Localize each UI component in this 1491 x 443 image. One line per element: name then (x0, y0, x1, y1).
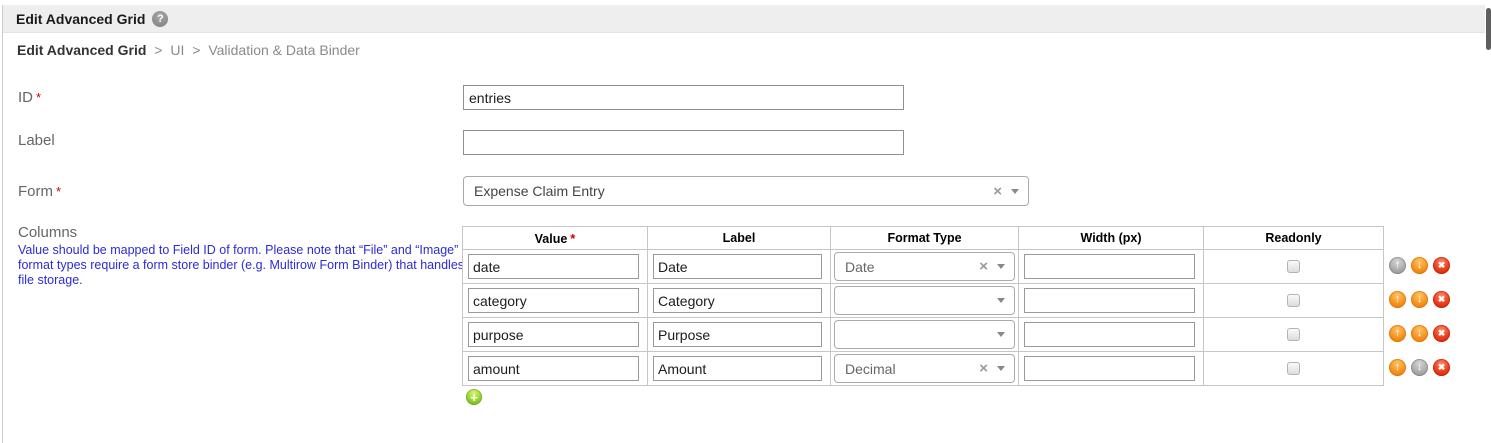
id-input[interactable] (463, 85, 904, 110)
form-select-value: Expense Claim Entry (464, 183, 989, 199)
arrow-up-icon: ↑ (1395, 294, 1401, 305)
clear-icon[interactable]: × (975, 361, 997, 376)
format-type-select[interactable]: Decimal × (834, 354, 1015, 383)
column-width-input[interactable] (1024, 254, 1195, 279)
columns-help-text: Value should be mapped to Field ID of fo… (18, 243, 470, 288)
move-up-button[interactable]: ↑ (1389, 359, 1406, 376)
columns-table: Value* Label Format Type Width (px) Read… (462, 226, 1384, 386)
clear-icon[interactable]: × (989, 184, 1011, 199)
delete-row-button[interactable]: ✖ (1433, 257, 1450, 274)
breadcrumb-current: Validation & Data Binder (208, 42, 360, 58)
arrow-down-icon: ↓ (1417, 260, 1423, 271)
chevron-down-icon[interactable] (997, 298, 1005, 303)
table-row: × (463, 284, 1384, 318)
breadcrumb: Edit Advanced Grid > UI > Validation & D… (17, 42, 360, 58)
chevron-down-icon[interactable] (997, 264, 1005, 269)
header-value: Value* (463, 227, 648, 250)
move-up-button[interactable]: ↑ (1389, 257, 1406, 274)
chevron-down-icon[interactable] (1011, 189, 1019, 194)
chevron-down-icon[interactable] (997, 366, 1005, 371)
column-value-input[interactable] (468, 322, 639, 347)
clear-icon[interactable]: × (975, 259, 997, 274)
move-down-button[interactable]: ↓ (1411, 291, 1428, 308)
arrow-down-icon: ↓ (1417, 328, 1423, 339)
form-select[interactable]: Expense Claim Entry × (463, 176, 1029, 206)
column-width-input[interactable] (1024, 288, 1195, 313)
readonly-checkbox[interactable] (1287, 260, 1300, 273)
format-type-select[interactable]: Date × (834, 252, 1015, 281)
delete-row-button[interactable]: ✖ (1433, 325, 1450, 342)
format-type-select[interactable]: × (834, 320, 1015, 349)
delete-icon: ✖ (1438, 363, 1446, 372)
move-down-button[interactable]: ↓ (1411, 325, 1428, 342)
header-readonly: Readonly (1204, 227, 1384, 250)
column-width-input[interactable] (1024, 322, 1195, 347)
required-marker: * (570, 231, 575, 246)
row-actions: ↑ ↓ ✖ (1389, 359, 1450, 376)
row-actions: ↑ ↓ ✖ (1389, 325, 1450, 342)
titlebar: Edit Advanced Grid ? (3, 5, 1485, 33)
required-marker: * (56, 184, 61, 199)
column-width-input[interactable] (1024, 356, 1195, 381)
delete-row-button[interactable]: ✖ (1433, 291, 1450, 308)
required-marker: * (36, 90, 41, 105)
readonly-checkbox[interactable] (1287, 294, 1300, 307)
table-row: Date × (463, 250, 1384, 284)
scrollbar-thumb[interactable] (1486, 8, 1491, 50)
table-row: × (463, 318, 1384, 352)
form-label: Form* (18, 183, 61, 200)
readonly-checkbox[interactable] (1287, 328, 1300, 341)
header-format-type: Format Type (831, 227, 1019, 250)
format-type-select[interactable]: × (834, 286, 1015, 315)
column-value-input[interactable] (468, 288, 639, 313)
row-actions: ↑ ↓ ✖ (1389, 257, 1450, 274)
readonly-checkbox[interactable] (1287, 362, 1300, 375)
label-input[interactable] (463, 130, 904, 155)
move-down-button[interactable]: ↓ (1411, 359, 1428, 376)
breadcrumb-separator: > (192, 42, 200, 58)
chevron-down-icon[interactable] (997, 332, 1005, 337)
move-up-button[interactable]: ↑ (1389, 291, 1406, 308)
panel-left-border (2, 5, 3, 443)
move-down-button[interactable]: ↓ (1411, 257, 1428, 274)
page-title: Edit Advanced Grid (16, 11, 145, 27)
add-row-button[interactable]: + (466, 389, 482, 405)
help-icon[interactable]: ? (152, 11, 168, 27)
arrow-down-icon: ↓ (1417, 362, 1423, 373)
delete-icon: ✖ (1438, 261, 1446, 270)
column-label-input[interactable] (653, 356, 822, 381)
arrow-up-icon: ↑ (1395, 260, 1401, 271)
table-header-row: Value* Label Format Type Width (px) Read… (463, 227, 1384, 250)
column-value-input[interactable] (468, 254, 639, 279)
columns-label: Columns (18, 224, 77, 241)
id-label: ID* (18, 89, 41, 106)
column-label-input[interactable] (653, 288, 822, 313)
move-up-button[interactable]: ↑ (1389, 325, 1406, 342)
format-type-value: Date (835, 259, 975, 275)
row-actions: ↑ ↓ ✖ (1389, 291, 1450, 308)
arrow-down-icon: ↓ (1417, 294, 1423, 305)
column-label-input[interactable] (653, 254, 822, 279)
arrow-up-icon: ↑ (1395, 362, 1401, 373)
row-actions-column: ↑ ↓ ✖ ↑ ↓ ✖ ↑ ↓ ✖ ↑ ↓ ✖ (1389, 257, 1450, 393)
table-row: Decimal × (463, 352, 1384, 386)
delete-icon: ✖ (1438, 329, 1446, 338)
label-label: Label (18, 132, 55, 149)
delete-icon: ✖ (1438, 295, 1446, 304)
breadcrumb-root: Edit Advanced Grid (17, 42, 146, 58)
column-value-input[interactable] (468, 356, 639, 381)
format-type-value: Decimal (835, 361, 975, 377)
delete-row-button[interactable]: ✖ (1433, 359, 1450, 376)
arrow-up-icon: ↑ (1395, 328, 1401, 339)
breadcrumb-parent[interactable]: UI (170, 42, 184, 58)
header-label: Label (648, 227, 831, 250)
header-width: Width (px) (1019, 227, 1204, 250)
breadcrumb-separator: > (154, 42, 162, 58)
add-icon: + (470, 390, 478, 405)
column-label-input[interactable] (653, 322, 822, 347)
